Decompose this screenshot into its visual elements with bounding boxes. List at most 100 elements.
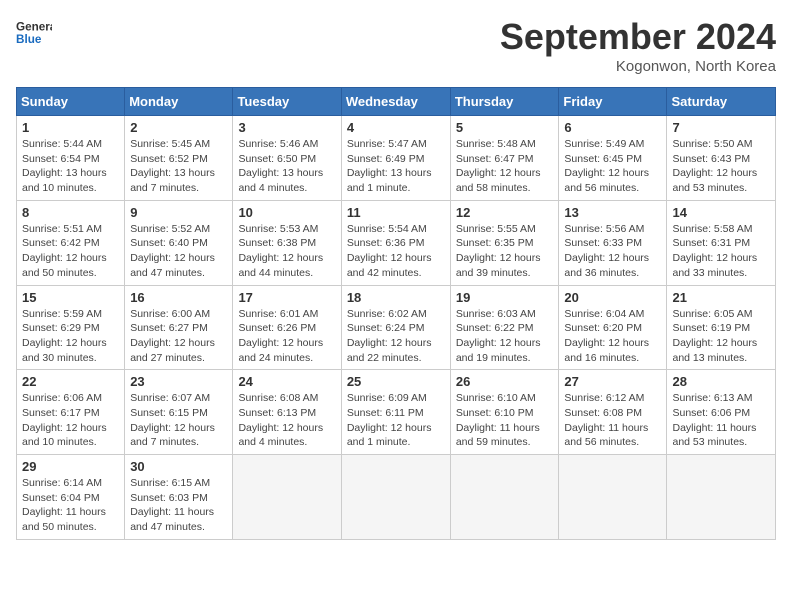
calendar-cell: 28 Sunrise: 6:13 AMSunset: 6:06 PMDayligh… bbox=[667, 370, 776, 455]
day-number: 4 bbox=[347, 120, 445, 135]
day-info: Sunrise: 6:03 AMSunset: 6:22 PMDaylight:… bbox=[456, 307, 554, 366]
day-info: Sunrise: 6:07 AMSunset: 6:15 PMDaylight:… bbox=[130, 391, 227, 450]
header-cell-wednesday: Wednesday bbox=[341, 88, 450, 116]
day-number: 3 bbox=[238, 120, 335, 135]
day-number: 8 bbox=[22, 205, 119, 220]
day-number: 6 bbox=[564, 120, 661, 135]
calendar-cell bbox=[450, 455, 559, 540]
day-number: 5 bbox=[456, 120, 554, 135]
header-cell-friday: Friday bbox=[559, 88, 667, 116]
calendar-cell: 1 Sunrise: 5:44 AMSunset: 6:54 PMDaylight… bbox=[17, 116, 125, 201]
calendar-cell: 13 Sunrise: 5:56 AMSunset: 6:33 PMDayligh… bbox=[559, 200, 667, 285]
calendar-cell: 5 Sunrise: 5:48 AMSunset: 6:47 PMDaylight… bbox=[450, 116, 559, 201]
day-info: Sunrise: 5:58 AMSunset: 6:31 PMDaylight:… bbox=[672, 222, 770, 281]
calendar-cell: 16Sunrise: 6:00 AMSunset: 6:27 PMDayligh… bbox=[125, 285, 233, 370]
calendar-cell: 25 Sunrise: 6:09 AMSunset: 6:11 PMDayligh… bbox=[341, 370, 450, 455]
day-number: 26 bbox=[456, 374, 554, 389]
day-number: 21 bbox=[672, 290, 770, 305]
day-info: Sunrise: 6:05 AMSunset: 6:19 PMDaylight:… bbox=[672, 307, 770, 366]
calendar-cell: 21 Sunrise: 6:05 AMSunset: 6:19 PMDayligh… bbox=[667, 285, 776, 370]
week-row-2: 8 Sunrise: 5:51 AMSunset: 6:42 PMDaylight… bbox=[17, 200, 776, 285]
day-number: 22 bbox=[22, 374, 119, 389]
day-info: Sunrise: 5:46 AMSunset: 6:50 PMDaylight:… bbox=[238, 137, 335, 196]
calendar-cell: 9 Sunrise: 5:52 AMSunset: 6:40 PMDaylight… bbox=[125, 200, 233, 285]
calendar-table: SundayMondayTuesdayWednesdayThursdayFrid… bbox=[16, 87, 776, 540]
header-cell-tuesday: Tuesday bbox=[233, 88, 341, 116]
calendar-cell: 22 Sunrise: 6:06 AMSunset: 6:17 PMDayligh… bbox=[17, 370, 125, 455]
day-number: 24 bbox=[238, 374, 335, 389]
calendar-cell: 23 Sunrise: 6:07 AMSunset: 6:15 PMDayligh… bbox=[125, 370, 233, 455]
day-info: Sunrise: 6:15 AMSunset: 6:03 PMDaylight:… bbox=[130, 476, 227, 535]
calendar-cell bbox=[559, 455, 667, 540]
day-number: 17 bbox=[238, 290, 335, 305]
calendar-cell: 3 Sunrise: 5:46 AMSunset: 6:50 PMDaylight… bbox=[233, 116, 341, 201]
day-info: Sunrise: 5:44 AMSunset: 6:54 PMDaylight:… bbox=[22, 137, 119, 196]
day-info: Sunrise: 6:01 AMSunset: 6:26 PMDaylight:… bbox=[238, 307, 335, 366]
calendar-cell: 30 Sunrise: 6:15 AMSunset: 6:03 PMDayligh… bbox=[125, 455, 233, 540]
day-number: 19 bbox=[456, 290, 554, 305]
day-info: Sunrise: 6:13 AMSunset: 6:06 PMDaylight:… bbox=[672, 391, 770, 450]
day-number: 15 bbox=[22, 290, 119, 305]
day-info: Sunrise: 5:45 AMSunset: 6:52 PMDaylight:… bbox=[130, 137, 227, 196]
calendar-cell: 7 Sunrise: 5:50 AMSunset: 6:43 PMDaylight… bbox=[667, 116, 776, 201]
calendar-cell: 14 Sunrise: 5:58 AMSunset: 6:31 PMDayligh… bbox=[667, 200, 776, 285]
day-number: 2 bbox=[130, 120, 227, 135]
day-number: 28 bbox=[672, 374, 770, 389]
day-number: 27 bbox=[564, 374, 661, 389]
day-info: Sunrise: 6:08 AMSunset: 6:13 PMDaylight:… bbox=[238, 391, 335, 450]
day-info: Sunrise: 6:04 AMSunset: 6:20 PMDaylight:… bbox=[564, 307, 661, 366]
calendar-cell: 12Sunrise: 5:55 AMSunset: 6:35 PMDayligh… bbox=[450, 200, 559, 285]
day-number: 29 bbox=[22, 459, 119, 474]
day-info: Sunrise: 5:48 AMSunset: 6:47 PMDaylight:… bbox=[456, 137, 554, 196]
logo-icon: General Blue bbox=[16, 16, 52, 52]
header-row: SundayMondayTuesdayWednesdayThursdayFrid… bbox=[17, 88, 776, 116]
day-info: Sunrise: 6:00 AMSunset: 6:27 PMDaylight:… bbox=[130, 307, 227, 366]
title-area: September 2024 Kogonwon, North Korea bbox=[500, 16, 776, 75]
day-info: Sunrise: 5:50 AMSunset: 6:43 PMDaylight:… bbox=[672, 137, 770, 196]
header-cell-sunday: Sunday bbox=[17, 88, 125, 116]
day-number: 7 bbox=[672, 120, 770, 135]
calendar-cell: 8 Sunrise: 5:51 AMSunset: 6:42 PMDaylight… bbox=[17, 200, 125, 285]
svg-text:General: General bbox=[16, 20, 52, 33]
day-number: 25 bbox=[347, 374, 445, 389]
calendar-cell bbox=[667, 455, 776, 540]
day-number: 9 bbox=[130, 205, 227, 220]
calendar-cell: 26 Sunrise: 6:10 AMSunset: 6:10 PMDayligh… bbox=[450, 370, 559, 455]
calendar-cell: 29Sunrise: 6:14 AMSunset: 6:04 PMDayligh… bbox=[17, 455, 125, 540]
day-info: Sunrise: 5:55 AMSunset: 6:35 PMDaylight:… bbox=[456, 222, 554, 281]
week-row-4: 22 Sunrise: 6:06 AMSunset: 6:17 PMDayligh… bbox=[17, 370, 776, 455]
calendar-cell: 2 Sunrise: 5:45 AMSunset: 6:52 PMDaylight… bbox=[125, 116, 233, 201]
day-info: Sunrise: 5:51 AMSunset: 6:42 PMDaylight:… bbox=[22, 222, 119, 281]
page-header: General Blue September 2024 Kogonwon, No… bbox=[16, 16, 776, 75]
day-info: Sunrise: 6:10 AMSunset: 6:10 PMDaylight:… bbox=[456, 391, 554, 450]
day-number: 13 bbox=[564, 205, 661, 220]
day-info: Sunrise: 5:52 AMSunset: 6:40 PMDaylight:… bbox=[130, 222, 227, 281]
day-info: Sunrise: 5:56 AMSunset: 6:33 PMDaylight:… bbox=[564, 222, 661, 281]
calendar-cell: 10Sunrise: 5:53 AMSunset: 6:38 PMDayligh… bbox=[233, 200, 341, 285]
week-row-5: 29Sunrise: 6:14 AMSunset: 6:04 PMDayligh… bbox=[17, 455, 776, 540]
calendar-cell: 17 Sunrise: 6:01 AMSunset: 6:26 PMDayligh… bbox=[233, 285, 341, 370]
day-number: 23 bbox=[130, 374, 227, 389]
day-number: 1 bbox=[22, 120, 119, 135]
day-info: Sunrise: 5:47 AMSunset: 6:49 PMDaylight:… bbox=[347, 137, 445, 196]
day-number: 20 bbox=[564, 290, 661, 305]
calendar-cell: 15Sunrise: 5:59 AMSunset: 6:29 PMDayligh… bbox=[17, 285, 125, 370]
day-info: Sunrise: 6:02 AMSunset: 6:24 PMDaylight:… bbox=[347, 307, 445, 366]
day-number: 30 bbox=[130, 459, 227, 474]
day-info: Sunrise: 5:49 AMSunset: 6:45 PMDaylight:… bbox=[564, 137, 661, 196]
calendar-cell bbox=[233, 455, 341, 540]
day-number: 18 bbox=[347, 290, 445, 305]
week-row-3: 15Sunrise: 5:59 AMSunset: 6:29 PMDayligh… bbox=[17, 285, 776, 370]
calendar-cell: 24 Sunrise: 6:08 AMSunset: 6:13 PMDayligh… bbox=[233, 370, 341, 455]
header-cell-monday: Monday bbox=[125, 88, 233, 116]
day-info: Sunrise: 5:53 AMSunset: 6:38 PMDaylight:… bbox=[238, 222, 335, 281]
week-row-1: 1 Sunrise: 5:44 AMSunset: 6:54 PMDaylight… bbox=[17, 116, 776, 201]
header-cell-thursday: Thursday bbox=[450, 88, 559, 116]
day-info: Sunrise: 6:09 AMSunset: 6:11 PMDaylight:… bbox=[347, 391, 445, 450]
day-info: Sunrise: 6:06 AMSunset: 6:17 PMDaylight:… bbox=[22, 391, 119, 450]
svg-text:Blue: Blue bbox=[16, 33, 42, 46]
calendar-cell: 6 Sunrise: 5:49 AMSunset: 6:45 PMDaylight… bbox=[559, 116, 667, 201]
day-info: Sunrise: 5:54 AMSunset: 6:36 PMDaylight:… bbox=[347, 222, 445, 281]
day-info: Sunrise: 6:12 AMSunset: 6:08 PMDaylight:… bbox=[564, 391, 661, 450]
day-number: 14 bbox=[672, 205, 770, 220]
